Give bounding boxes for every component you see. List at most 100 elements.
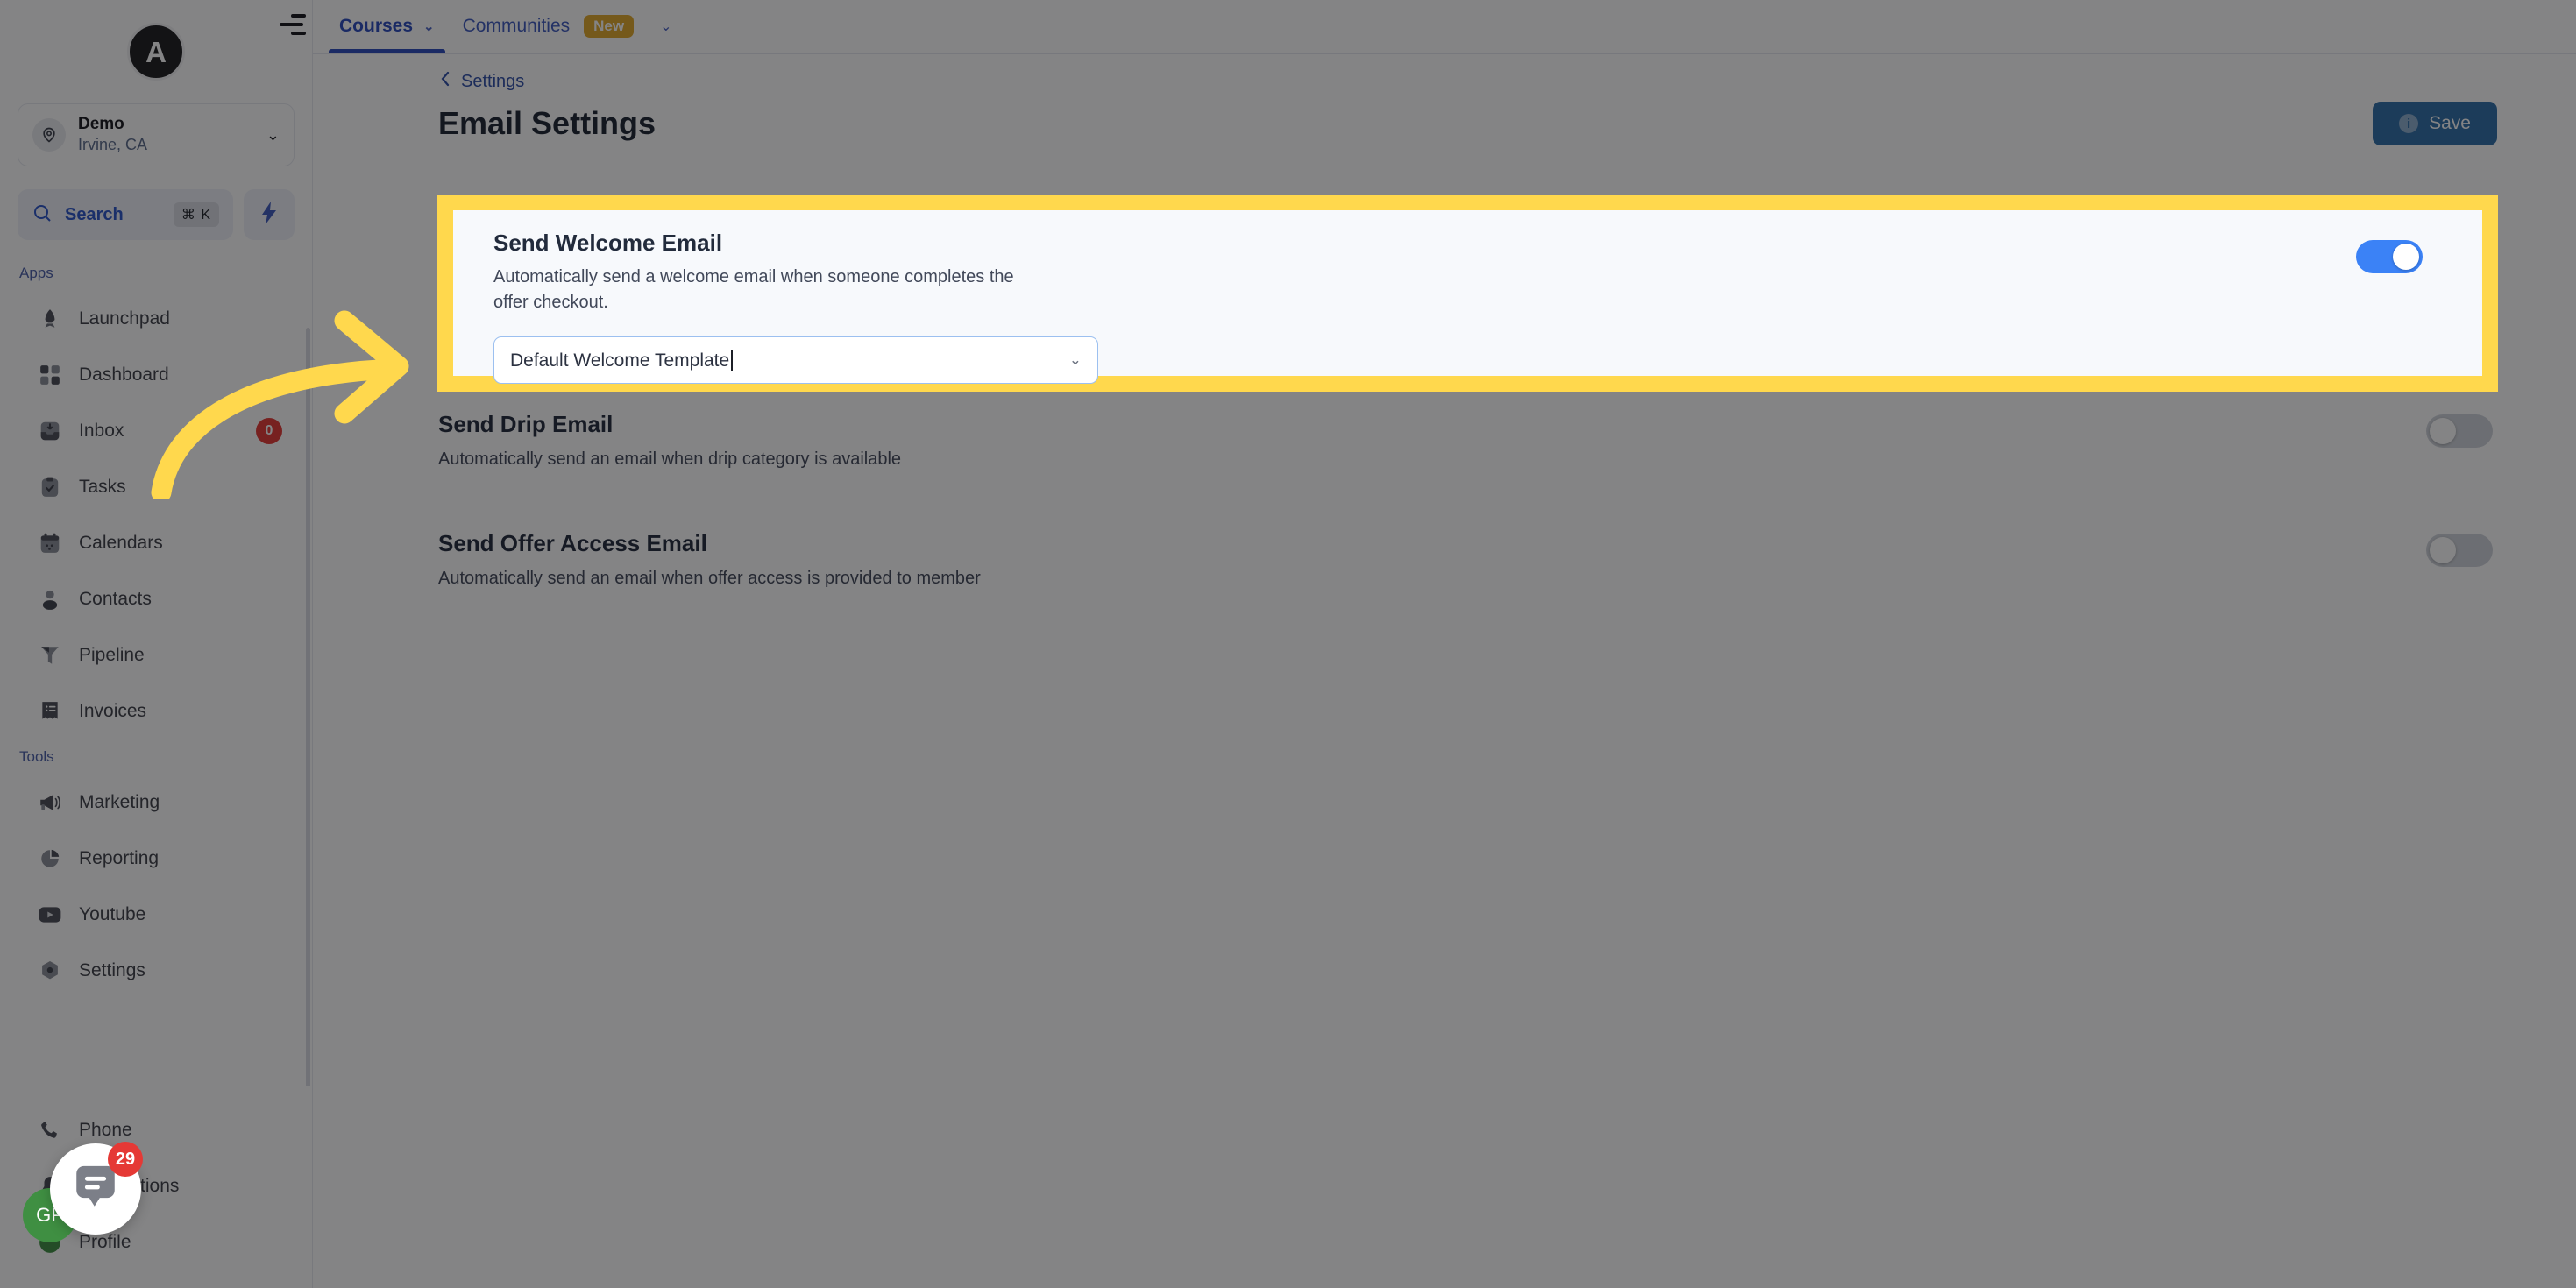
app-logo[interactable]: A bbox=[127, 23, 185, 81]
chevron-down-icon: ⌄ bbox=[423, 19, 435, 34]
location-text: Demo Irvine, CA bbox=[78, 114, 254, 155]
chevron-left-icon bbox=[438, 70, 452, 93]
send-welcome-email-toggle[interactable] bbox=[2426, 202, 2493, 235]
sidebar-item-label: Profile bbox=[79, 1232, 131, 1252]
search-icon bbox=[32, 202, 53, 228]
location-name: Demo bbox=[78, 115, 124, 134]
sidebar-item-youtube[interactable]: Youtube bbox=[0, 887, 312, 943]
sidebar-item-dashboard[interactable]: Dashboard bbox=[0, 347, 312, 403]
top-tabs: Courses ⌄ Communities New ⌄ bbox=[313, 0, 685, 53]
breadcrumb[interactable]: Settings bbox=[313, 54, 2576, 93]
pie-chart-icon bbox=[37, 846, 63, 872]
chat-unread-badge: 29 bbox=[108, 1142, 143, 1177]
sidebar-item-contacts[interactable]: Contacts bbox=[0, 571, 312, 627]
search-row: Search ⌘ K bbox=[18, 189, 295, 240]
person-icon bbox=[37, 586, 63, 612]
location-switcher[interactable]: Demo Irvine, CA ⌄ bbox=[18, 103, 295, 166]
quick-actions-button[interactable] bbox=[244, 189, 295, 240]
setting-description: Automatically send a welcome email when … bbox=[438, 237, 959, 281]
setting-row-send-drip-email: Send Drip Email Automatically send an em… bbox=[313, 411, 2576, 472]
setting-description: Automatically send an email when offer a… bbox=[438, 569, 981, 588]
search-input[interactable]: Search ⌘ K bbox=[18, 189, 233, 240]
sidebar-item-label: Launchpad bbox=[79, 308, 170, 329]
sidebar-item-label: Youtube bbox=[79, 904, 146, 924]
tab-communities[interactable]: Communities New bbox=[449, 0, 649, 53]
setting-title: Send Welcome Email bbox=[438, 198, 668, 224]
clipboard-check-icon bbox=[37, 474, 63, 500]
search-shortcut: ⌘ K bbox=[173, 202, 219, 227]
hamburger-menu-icon[interactable] bbox=[280, 14, 306, 37]
tab-courses[interactable]: Courses ⌄ bbox=[325, 0, 449, 53]
chat-widget-button[interactable]: 29 bbox=[50, 1142, 143, 1235]
sidebar-section-label-tools: Tools bbox=[19, 748, 54, 765]
setting-text: Send Offer Access Email Automatically se… bbox=[438, 530, 981, 591]
send-welcome-email-toggle[interactable] bbox=[2356, 240, 2423, 273]
setting-row-send-welcome-email: Send Welcome Email Automatically send a … bbox=[313, 198, 2576, 353]
tab-communities-label: Communities bbox=[462, 16, 571, 36]
sidebar-item-tasks[interactable]: Tasks bbox=[0, 459, 312, 515]
youtube-icon bbox=[37, 902, 63, 928]
setting-title: Send Offer Access Email bbox=[438, 530, 707, 556]
new-badge: New bbox=[584, 15, 635, 38]
chevron-down-icon: ⌄ bbox=[266, 125, 280, 144]
text-cursor bbox=[731, 349, 734, 371]
sidebar-item-reporting[interactable]: Reporting bbox=[0, 831, 312, 887]
setting-text: Send Welcome Email Automatically send a … bbox=[438, 198, 1043, 353]
sidebar-item-label: Invoices bbox=[79, 701, 147, 721]
brand-row: A bbox=[0, 0, 312, 103]
sidebar-item-label: Tasks bbox=[79, 477, 126, 497]
rocket-icon bbox=[37, 306, 63, 332]
page-header: Email Settings i Save bbox=[313, 93, 2576, 145]
location-sub: Irvine, CA bbox=[78, 136, 148, 154]
sidebar-item-phone[interactable]: Phone bbox=[0, 1102, 312, 1158]
toggle-knob bbox=[2430, 537, 2456, 563]
lightning-bolt-icon bbox=[259, 201, 280, 230]
main-content: Settings Email Settings i Save Send Welc… bbox=[313, 54, 2576, 1288]
toggle-knob bbox=[2463, 205, 2489, 231]
sidebar-item-calendars[interactable]: Calendars bbox=[0, 515, 312, 571]
send-offer-access-email-toggle[interactable] bbox=[2426, 534, 2493, 567]
info-icon: i bbox=[2399, 114, 2419, 133]
sidebar-item-marketing[interactable]: Marketing bbox=[0, 775, 312, 831]
welcome-template-value: Default Welcome Template bbox=[510, 349, 1069, 372]
sidebar-item-pipeline[interactable]: Pipeline bbox=[0, 627, 312, 683]
breadcrumb-label: Settings bbox=[461, 71, 525, 91]
welcome-template-select[interactable]: Default Welcome Template ⌄ bbox=[493, 336, 1098, 384]
sidebar-item-label: Phone bbox=[79, 1120, 132, 1140]
receipt-list-icon bbox=[37, 698, 63, 725]
search-label: Search bbox=[65, 204, 124, 224]
app-logo-glyph: A bbox=[145, 35, 167, 68]
setting-text: Send Drip Email Automatically send an em… bbox=[438, 411, 901, 472]
sidebar-item-label: Contacts bbox=[79, 589, 152, 609]
inbox-badge: 0 bbox=[256, 418, 282, 444]
sidebar-footer: Phone Notifications Profile bbox=[0, 1086, 312, 1288]
sidebar-item-label: Settings bbox=[79, 960, 145, 980]
funnel-icon bbox=[37, 642, 63, 669]
toggle-knob bbox=[2393, 244, 2419, 270]
gear-hex-icon bbox=[37, 958, 63, 984]
sidebar: A Demo Irvine, CA ⌄ Search ⌘ K Apps Laun… bbox=[0, 0, 313, 1288]
sidebar-item-label: Marketing bbox=[79, 792, 160, 812]
sidebar-item-launchpad[interactable]: Launchpad bbox=[0, 291, 312, 347]
sidebar-item-settings[interactable]: Settings bbox=[0, 943, 312, 999]
grid-icon bbox=[37, 362, 63, 388]
tabs-overflow-chevron-down-icon[interactable]: ⌄ bbox=[648, 0, 684, 53]
page-title: Email Settings bbox=[438, 105, 656, 141]
sidebar-item-label: Reporting bbox=[79, 848, 160, 868]
setting-row-send-offer-access-email: Send Offer Access Email Automatically se… bbox=[313, 530, 2576, 591]
setting-title: Send Drip Email bbox=[438, 411, 614, 437]
sidebar-item-invoices[interactable]: Invoices bbox=[0, 683, 312, 740]
sidebar-item-label: Pipeline bbox=[79, 645, 145, 665]
phone-icon bbox=[37, 1117, 63, 1143]
sidebar-item-label: Inbox bbox=[79, 421, 124, 441]
sidebar-item-inbox[interactable]: Inbox 0 bbox=[0, 403, 312, 459]
sidebar-nav: Apps Launchpad Dashboard Inbox 0 Tasks C… bbox=[0, 240, 312, 1086]
save-button[interactable]: i Save bbox=[2373, 102, 2497, 145]
setting-description: Automatically send an email when drip ca… bbox=[438, 449, 902, 469]
save-button-label: Save bbox=[2429, 113, 2471, 133]
chevron-down-icon: ⌄ bbox=[1068, 351, 1082, 368]
app-root: A Demo Irvine, CA ⌄ Search ⌘ K Apps Laun… bbox=[0, 0, 2576, 1288]
tab-courses-label: Courses bbox=[339, 16, 414, 36]
send-drip-email-toggle[interactable] bbox=[2426, 414, 2493, 448]
toggle-knob bbox=[2430, 418, 2456, 444]
